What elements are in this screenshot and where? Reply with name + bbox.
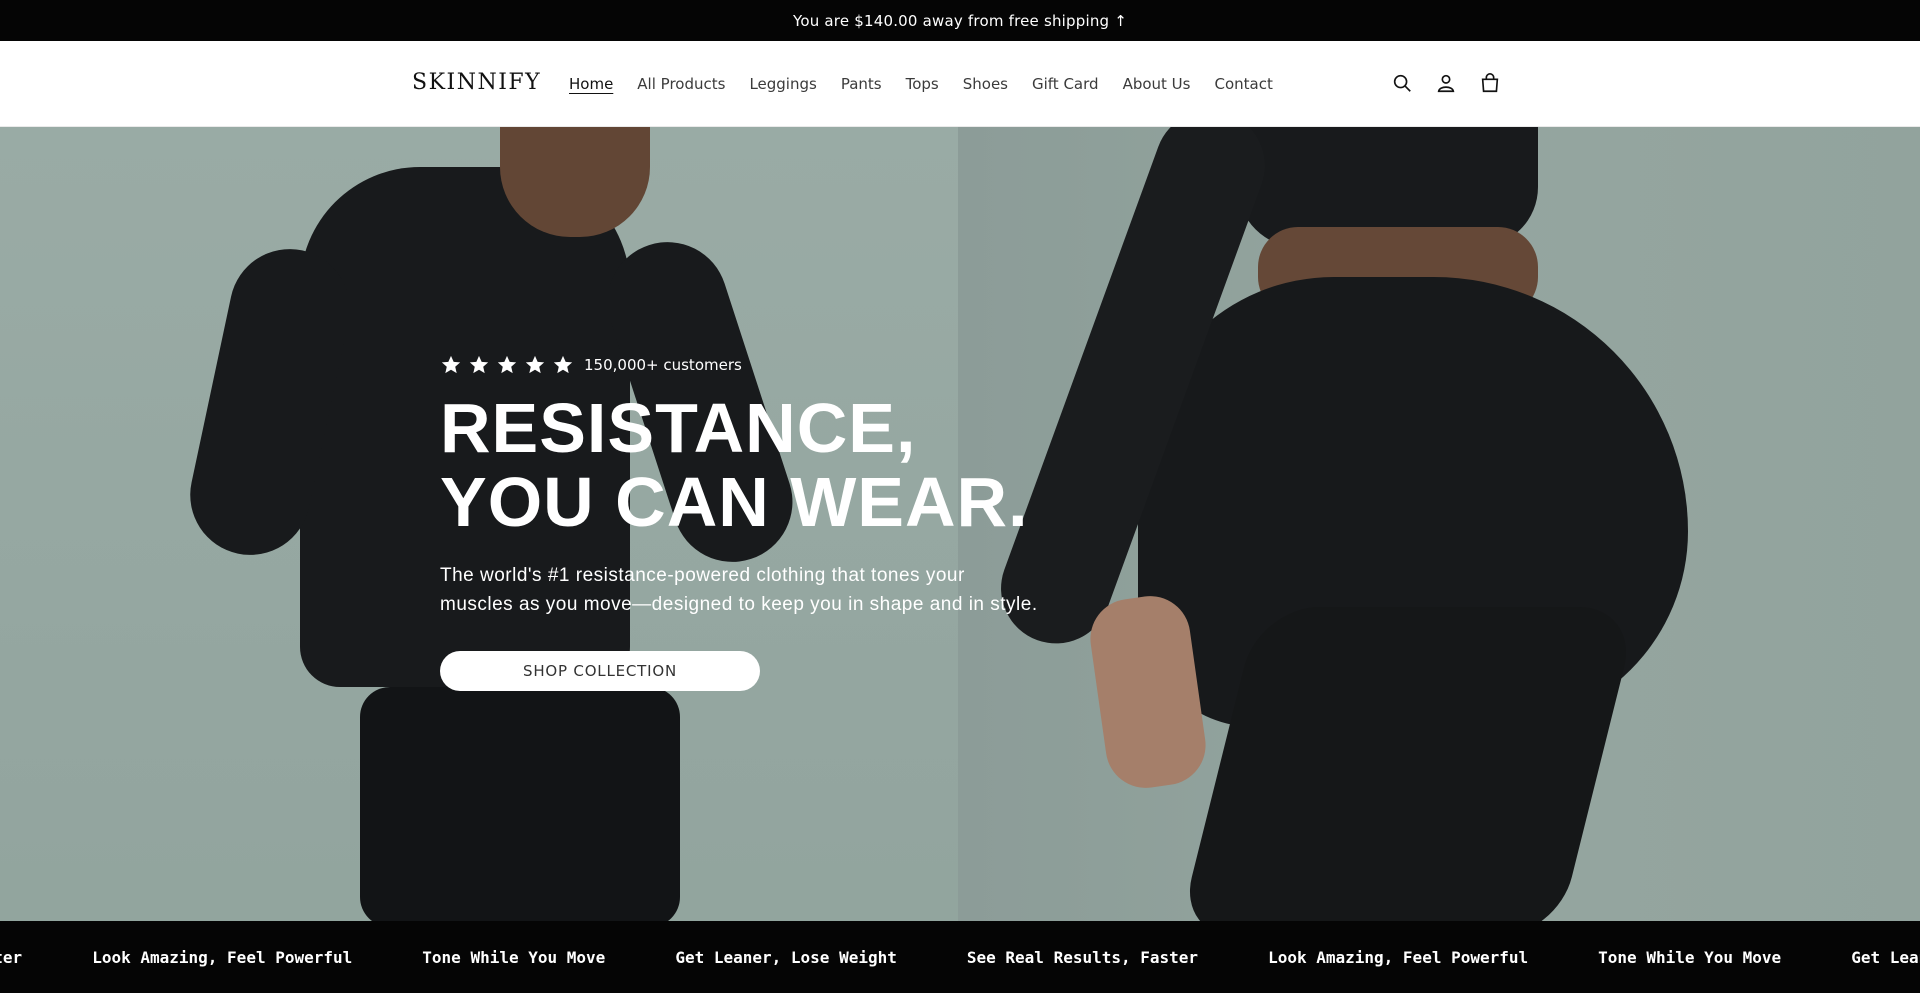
nav-home[interactable]: Home xyxy=(569,75,613,93)
nav-leggings[interactable]: Leggings xyxy=(749,75,816,93)
marquee-item: Look Amazing, Feel Powerful xyxy=(1268,947,1529,967)
star-icon xyxy=(497,355,517,374)
announcement-bar: You are $140.00 away from free shipping … xyxy=(0,0,1920,41)
marquee-item: Get Leaner, Lose Weight xyxy=(1851,947,1920,967)
star-icon xyxy=(525,355,545,374)
marquee-item: See Real Results, Faster xyxy=(0,947,23,967)
shop-collection-button[interactable]: SHOP COLLECTION xyxy=(440,651,760,691)
marquee-item: Tone While You Move xyxy=(422,947,606,967)
marquee-item: Tone While You Move xyxy=(1598,947,1782,967)
site-logo[interactable]: SKINNIFY xyxy=(412,70,541,95)
star-icon xyxy=(553,355,573,374)
search-icon[interactable] xyxy=(1388,69,1416,97)
nav-shoes[interactable]: Shoes xyxy=(963,75,1008,93)
hero-banner: 150,000+ customers RESISTANCE, YOU CAN W… xyxy=(0,127,1920,921)
hero-headline: RESISTANCE, YOU CAN WEAR. xyxy=(440,391,1060,539)
benefits-marquee: See Real Results, Faster Look Amazing, F… xyxy=(0,921,1920,993)
account-icon[interactable] xyxy=(1432,69,1460,97)
header-icons xyxy=(1388,69,1504,97)
nav-about-us[interactable]: About Us xyxy=(1123,75,1191,93)
hero-headline-line1: RESISTANCE, xyxy=(440,389,917,467)
rating-text: 150,000+ customers xyxy=(584,356,742,374)
nav-gift-card[interactable]: Gift Card xyxy=(1032,75,1099,93)
hero-content: 150,000+ customers RESISTANCE, YOU CAN W… xyxy=(440,353,1060,691)
nav-tops[interactable]: Tops xyxy=(906,75,939,93)
hero-headline-line2: YOU CAN WEAR. xyxy=(440,463,1029,541)
nav-pants[interactable]: Pants xyxy=(841,75,882,93)
marquee-item: See Real Results, Faster xyxy=(966,947,1199,967)
marquee-item: Get Leaner, Lose Weight xyxy=(675,947,897,967)
site-header: SKINNIFY Home All Products Leggings Pant… xyxy=(0,41,1920,127)
nav-all-products[interactable]: All Products xyxy=(637,75,725,93)
marquee-track: See Real Results, Faster Look Amazing, F… xyxy=(0,921,1920,993)
cart-icon[interactable] xyxy=(1476,69,1504,97)
star-icon xyxy=(469,355,489,374)
announcement-text: You are $140.00 away from free shipping … xyxy=(792,11,1128,30)
star-icon xyxy=(441,355,461,374)
rating-row: 150,000+ customers xyxy=(440,353,1060,377)
hero-subhead: The world's #1 resistance-powered clothi… xyxy=(440,565,1038,615)
main-nav: Home All Products Leggings Pants Tops Sh… xyxy=(569,41,1297,127)
nav-contact[interactable]: Contact xyxy=(1214,75,1272,93)
marquee-item: Look Amazing, Feel Powerful xyxy=(92,947,353,967)
